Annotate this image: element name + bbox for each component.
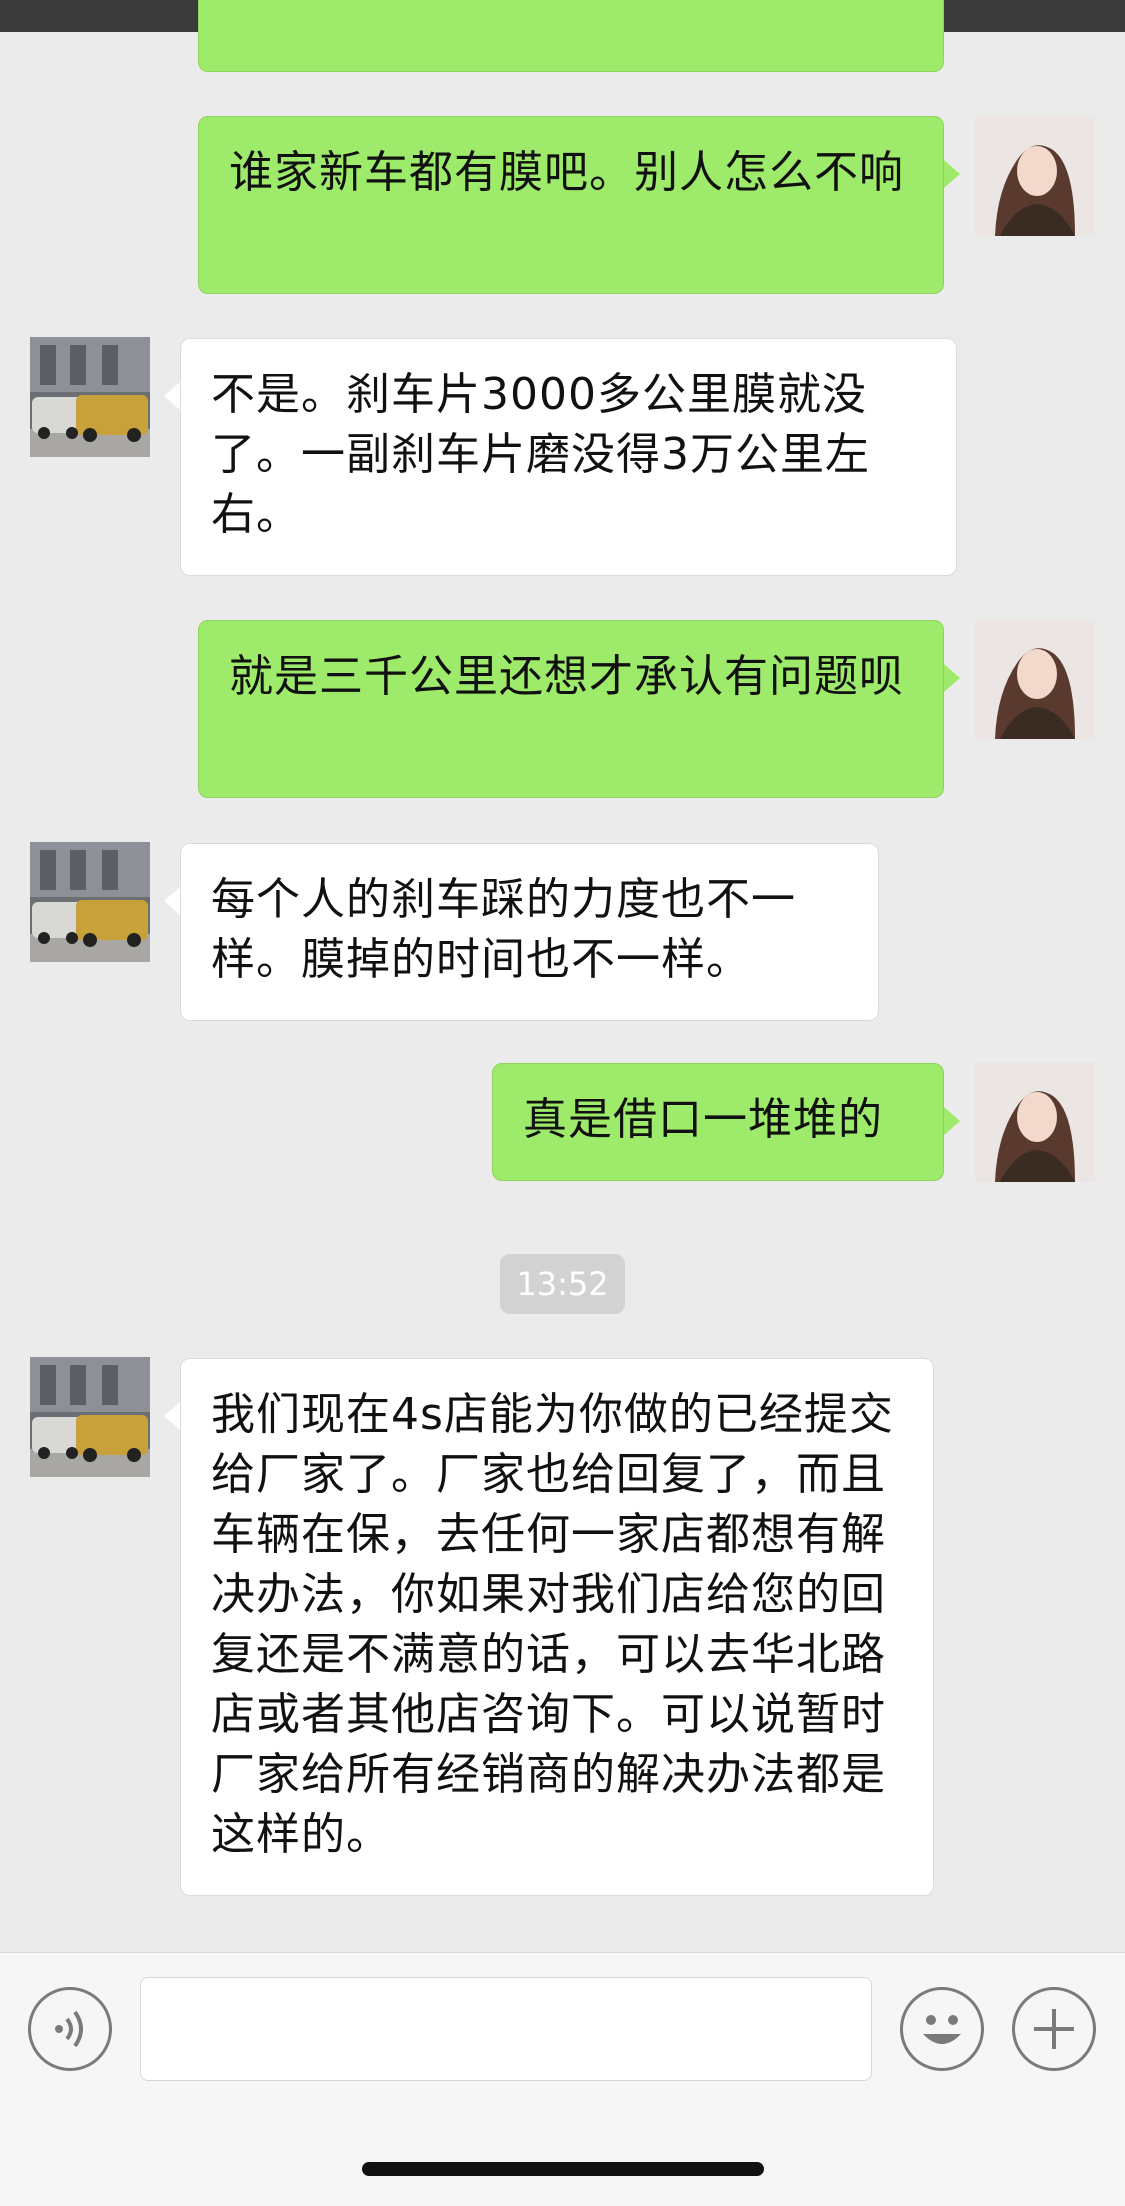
avatar-other[interactable]: [30, 337, 150, 457]
message-text: 我们现在4s店能为你做的已经提交给厂家了。厂家也给回复了，而且车辆在保，去任何一…: [211, 1389, 894, 1860]
avatar-me[interactable]: [975, 116, 1095, 236]
message-bubble-me[interactable]: 谁家新车都有膜吧。别人怎么不响: [198, 116, 944, 294]
bubble-tail: [944, 664, 960, 692]
avatar-me[interactable]: [975, 1062, 1095, 1182]
bubble-tail: [164, 887, 180, 915]
avatar-me[interactable]: [975, 619, 1095, 739]
message-bubble-other[interactable]: 每个人的刹车踩的力度也不一样。膜掉的时间也不一样。: [180, 843, 879, 1021]
voice-wave-icon: [55, 2010, 83, 2048]
home-area: [0, 2102, 1125, 2206]
bubble-tail: [164, 382, 180, 410]
message-bubble-me[interactable]: 就是三千公里还想才承认有问题呗: [198, 620, 944, 798]
bubble-tail: [944, 1107, 960, 1135]
message-input[interactable]: [140, 1977, 872, 2081]
message-text: 就是三千公里还想才承认有问题呗: [229, 651, 904, 702]
message-bubble-other[interactable]: 不是。刹车片3000多公里膜就没了。一副刹车片磨没得3万公里左右。: [180, 338, 957, 576]
more-button[interactable]: [1012, 1987, 1096, 2071]
bubble-tail: [944, 160, 960, 188]
smiley-face-icon: [923, 2015, 961, 2044]
message-bubble-me[interactable]: 真是借口一堆堆的: [492, 1063, 944, 1181]
chat-history[interactable]: 谁家新车都有膜吧。别人怎么不响 不是。刹车片3000多公里膜就没了。一副刹车片磨…: [0, 0, 1125, 1952]
message-text: 每个人的刹车踩的力度也不一样。膜掉的时间也不一样。: [211, 874, 796, 985]
timestamp-label: 13:52: [500, 1254, 625, 1314]
avatar-other[interactable]: [30, 842, 150, 962]
plus-circle-icon: [1034, 2009, 1074, 2049]
input-bar: [0, 1952, 1125, 2103]
message-text: 真是借口一堆堆的: [523, 1094, 883, 1145]
message-text: 谁家新车都有膜吧。别人怎么不响: [229, 147, 904, 198]
bubble-tail: [164, 1402, 180, 1430]
message-bubble-other[interactable]: 我们现在4s店能为你做的已经提交给厂家了。厂家也给回复了，而且车辆在保，去任何一…: [180, 1358, 934, 1896]
voice-button[interactable]: [28, 1987, 112, 2071]
message-bubble-partial[interactable]: [198, 0, 944, 72]
avatar-other[interactable]: [30, 1357, 150, 1477]
home-indicator[interactable]: [362, 2162, 764, 2176]
message-text: 不是。刹车片3000多公里膜就没了。一副刹车片磨没得3万公里左右。: [211, 369, 870, 540]
emoji-button[interactable]: [900, 1987, 984, 2071]
